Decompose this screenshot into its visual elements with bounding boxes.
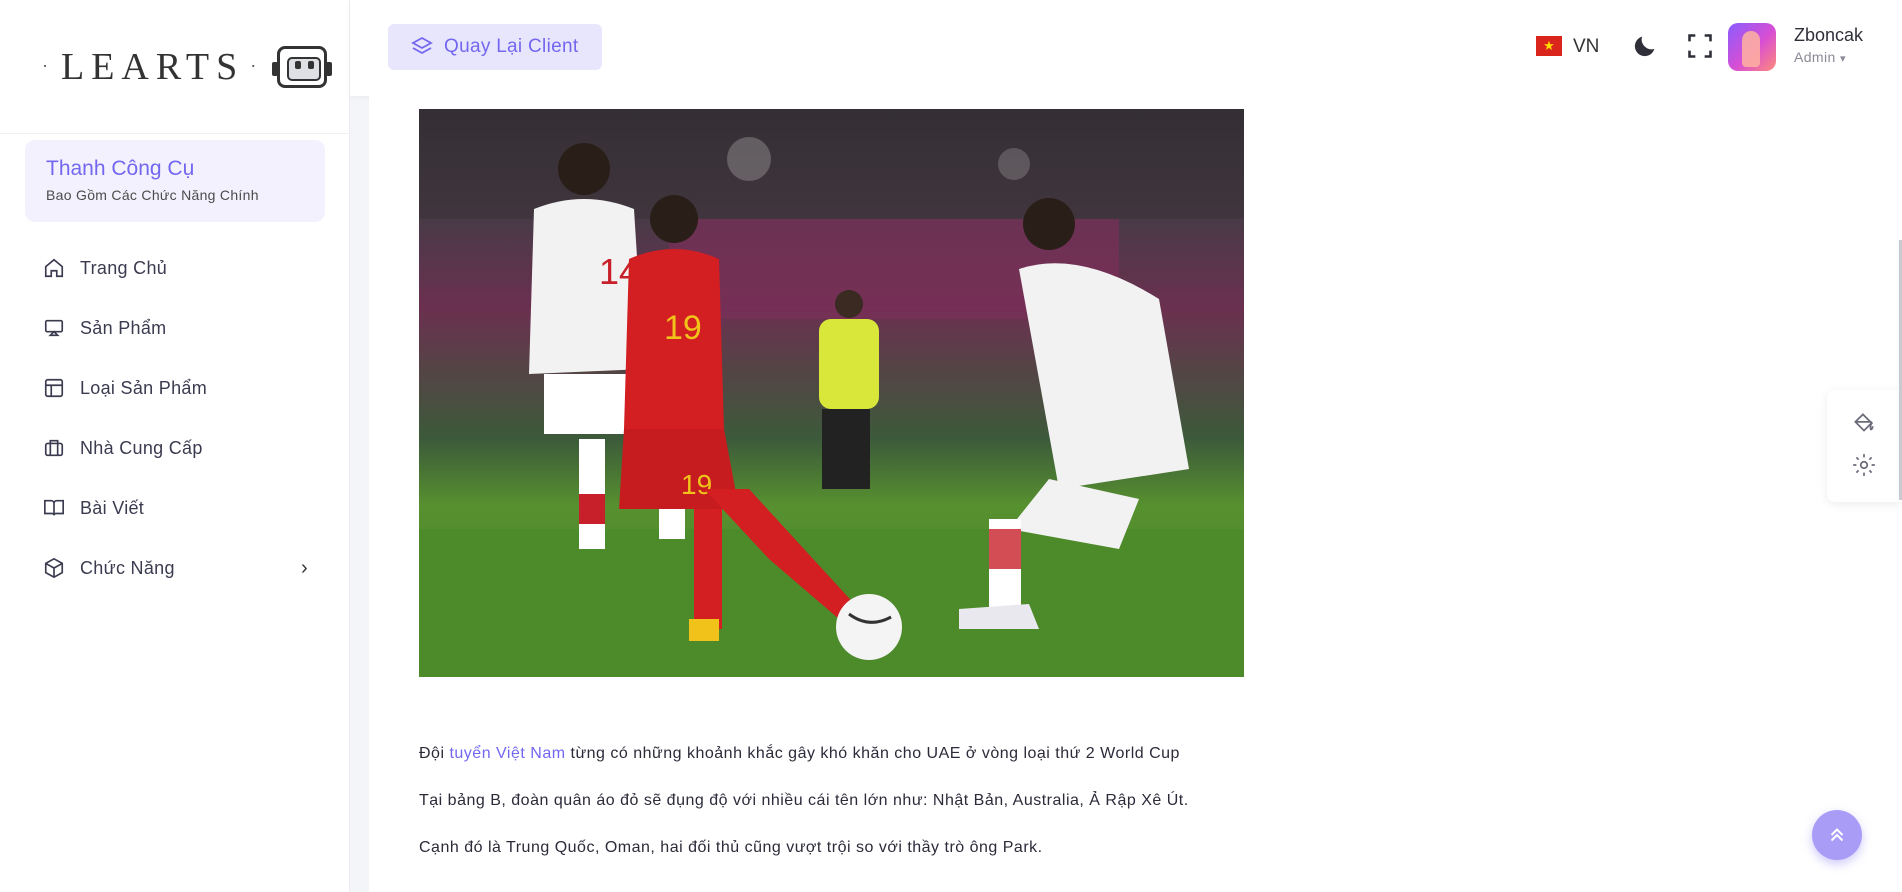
jersey-number: 19 (664, 309, 702, 347)
chevron-right-icon: › (301, 556, 308, 579)
sidebar: · LEARTS · Thanh Công Cụ Bao Gồm Các Chứ… (0, 0, 350, 892)
sidebar-item-functions[interactable]: Chức Năng › (0, 538, 350, 598)
book-icon (44, 499, 64, 516)
sidebar-item-label: Bài Viết (80, 497, 145, 518)
layers-icon (411, 36, 433, 55)
article-paragraph: Tại bảng B, đoàn quân áo đỏ sẽ đụng độ v… (419, 792, 1189, 809)
article-content: 14 19 19 Đội tuyển Việt Nam từng có nhữn… (369, 96, 1902, 892)
sidebar-item-label: Trang Chủ (80, 257, 168, 278)
layout-icon (44, 378, 64, 398)
customizer-panel (1827, 390, 1902, 502)
article-image: 14 19 19 (419, 109, 1244, 677)
sidebar-menu: Trang Chủ Sản Phẩm Loại Sản Phẩm Nhà Cun… (0, 238, 350, 598)
toolbar-card-title: Thanh Công Cụ (46, 157, 195, 180)
sidebar-item-label: Loại Sản Phẩm (80, 377, 207, 398)
sidebar-item-label: Chức Năng (80, 557, 175, 578)
sidebar-item-products[interactable]: Sản Phẩm (0, 298, 350, 358)
logo-text: LEARTS (61, 45, 245, 88)
top-header: Quay Lại Client ★ VN Zboncak Admin ▾ (350, 0, 1902, 96)
jersey-number: 19 (681, 469, 712, 500)
back-to-client-button[interactable]: Quay Lại Client (388, 24, 602, 70)
paint-bucket-icon[interactable] (1851, 410, 1877, 436)
sidebar-item-label: Sản Phẩm (80, 317, 167, 338)
briefcase-icon (44, 439, 64, 457)
logo[interactable]: · LEARTS · (0, 0, 349, 134)
back-button-label: Quay Lại Client (444, 36, 579, 57)
article-paragraph: Cạnh đó là Trung Quốc, Oman, hai đối thủ… (419, 839, 1043, 856)
scroll-to-top-button[interactable] (1812, 810, 1862, 860)
sidebar-item-label: Nhà Cung Cấp (80, 437, 203, 458)
home-icon (44, 258, 64, 278)
logo-wordmark: · LEARTS · (42, 45, 264, 88)
sidebar-item-product-types[interactable]: Loại Sản Phẩm (0, 358, 350, 418)
football-photo: 14 19 19 (419, 109, 1244, 677)
sidebar-item-posts[interactable]: Bài Viết (0, 478, 350, 538)
moon-icon[interactable] (1631, 32, 1659, 60)
user-name[interactable]: Zboncak (1794, 25, 1863, 46)
sidebar-item-suppliers[interactable]: Nhà Cung Cấp (0, 418, 350, 478)
double-chevron-up-icon (1830, 828, 1844, 842)
article-link[interactable]: tuyển Việt Nam (449, 745, 565, 762)
gear-icon[interactable] (1851, 452, 1877, 478)
monitor-icon (44, 319, 64, 337)
fullscreen-icon[interactable] (1686, 32, 1714, 60)
article-paragraph: Đội tuyển Việt Nam từng có những khoảnh … (419, 745, 1180, 762)
language-selector[interactable]: VN (1573, 36, 1599, 58)
sidebar-item-home[interactable]: Trang Chủ (0, 238, 350, 298)
robot-logo-icon (272, 45, 333, 88)
vietnam-flag-icon[interactable]: ★ (1536, 36, 1562, 56)
toolbar-card-subtitle: Bao Gồm Các Chức Năng Chính (46, 187, 259, 203)
avatar[interactable] (1728, 23, 1776, 71)
user-role[interactable]: Admin ▾ (1794, 49, 1846, 65)
chevron-down-icon: ▾ (1839, 53, 1846, 65)
box-icon (44, 557, 64, 579)
toolbar-card: Thanh Công Cụ Bao Gồm Các Chức Năng Chín… (25, 140, 325, 222)
